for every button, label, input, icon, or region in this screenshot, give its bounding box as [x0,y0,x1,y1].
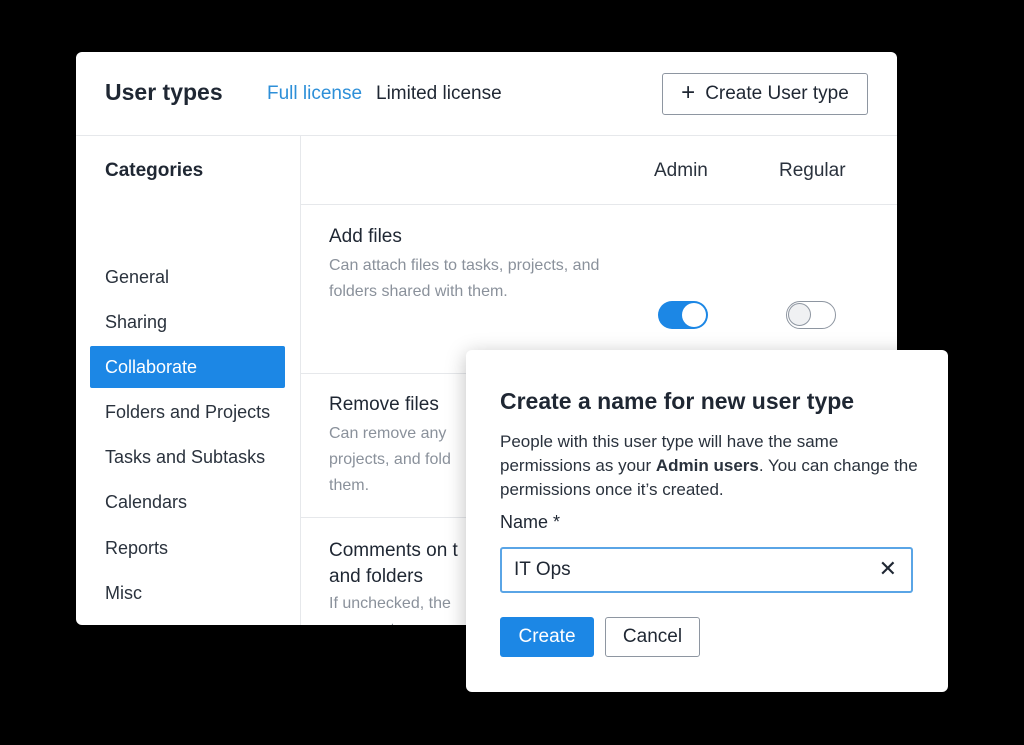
categories-heading: Categories [105,160,204,181]
divider [301,204,897,205]
permission-description: Can attach files to tasks, projects, and… [329,257,600,300]
name-field: ✕ [500,547,913,593]
admin-add-files-toggle[interactable] [658,301,708,329]
dialog-description-emphasis: Admin users [655,456,759,475]
column-header-regular: Regular [779,160,846,181]
tab-limited-license[interactable]: Limited license [376,83,502,105]
permission-title: Comments on t and folders [329,540,458,587]
create-button[interactable]: Create [500,617,594,657]
create-user-type-button[interactable]: + Create User type [662,73,868,115]
panel-header: User types Full license Limited license … [76,52,897,136]
sidebar-item-sharing[interactable]: Sharing [90,301,285,343]
close-icon[interactable]: ✕ [879,558,897,580]
dialog-title: Create a name for new user type [500,388,855,414]
sidebar-item-misc[interactable]: Misc [90,572,285,614]
sidebar-item-folders-and-projects[interactable]: Folders and Projects [90,391,285,433]
toggle-knob [788,303,811,326]
toggle-knob [682,303,706,327]
create-user-type-label: Create User type [705,83,849,104]
sidebar-item-general[interactable]: General [90,256,285,298]
regular-add-files-toggle[interactable] [786,301,836,329]
sidebar-item-reports[interactable]: Reports [90,527,285,569]
plus-icon: + [681,79,696,106]
permission-title: Add files [329,226,402,247]
permission-description: If unchecked, the comments. [329,595,451,625]
categories-sidebar: Categories General Sharing Collaborate F… [76,136,301,625]
tab-full-license[interactable]: Full license [267,83,362,105]
create-user-type-dialog: Create a name for new user type People w… [466,350,948,692]
name-field-label: Name * [500,512,561,532]
permission-description: Can remove any projects, and fold them. [329,425,451,494]
name-input[interactable] [514,557,854,583]
dialog-description: People with this user type will have the… [500,430,920,502]
sidebar-item-collaborate[interactable]: Collaborate [90,346,285,388]
sidebar-item-tasks-and-subtasks[interactable]: Tasks and Subtasks [90,436,285,478]
column-header-admin: Admin [654,160,708,181]
sidebar-item-calendars[interactable]: Calendars [90,481,285,523]
page-title: User types [105,79,223,105]
permission-title: Remove files [329,394,439,415]
cancel-button[interactable]: Cancel [605,617,700,657]
